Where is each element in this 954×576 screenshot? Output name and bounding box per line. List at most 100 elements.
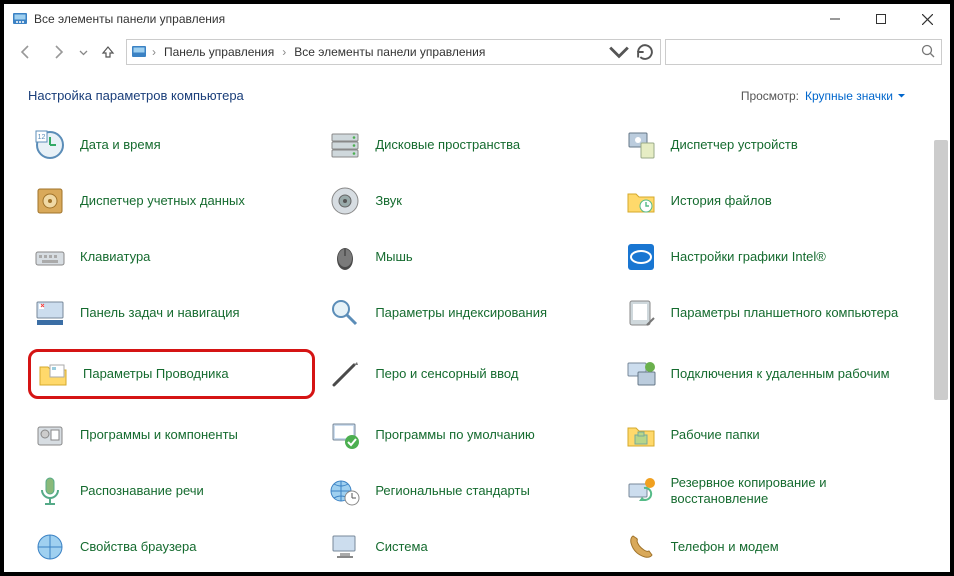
item-label: Дисковые пространства xyxy=(375,137,520,153)
tablet-icon xyxy=(623,295,659,331)
breadcrumb-separator: › xyxy=(281,45,287,59)
item-credential-manager[interactable]: Диспетчер учетных данных xyxy=(28,181,315,221)
item-phone-modem[interactable]: Телефон и модем xyxy=(619,527,906,567)
back-button[interactable] xyxy=(12,38,40,66)
item-work-folders[interactable]: Рабочие папки xyxy=(619,415,906,455)
item-mouse[interactable]: Мышь xyxy=(323,237,610,277)
item-intel-graphics[interactable]: Настройки графики Intel® xyxy=(619,237,906,277)
up-button[interactable] xyxy=(94,38,122,66)
svg-text:12: 12 xyxy=(38,134,46,141)
breadcrumb-item[interactable]: Все элементы панели управления xyxy=(291,45,488,59)
item-file-history[interactable]: История файлов xyxy=(619,181,906,221)
item-speech-recognition[interactable]: Распознавание речи xyxy=(28,471,315,511)
address-bar[interactable]: › Панель управления › Все элементы панел… xyxy=(126,39,661,65)
item-region[interactable]: Региональные стандарты xyxy=(323,471,610,511)
item-indexing-options[interactable]: Параметры индексирования xyxy=(323,293,610,333)
item-label: Подключения к удаленным рабочим xyxy=(671,366,890,382)
default-programs-icon xyxy=(327,417,363,453)
view-value-dropdown[interactable]: Крупные значки xyxy=(805,89,906,103)
window-title: Все элементы панели управления xyxy=(34,12,812,26)
item-label: Параметры Проводника xyxy=(83,366,229,382)
drives-icon xyxy=(327,127,363,163)
refresh-button[interactable] xyxy=(634,40,656,64)
close-button[interactable] xyxy=(904,4,950,34)
control-panel-icon xyxy=(12,11,28,27)
folder-options-icon xyxy=(35,356,71,392)
item-device-manager[interactable]: Диспетчер устройств xyxy=(619,125,906,165)
navbar: › Панель управления › Все элементы панел… xyxy=(4,34,950,70)
search-index-icon xyxy=(327,295,363,331)
item-label: Перо и сенсорный ввод xyxy=(375,366,518,382)
item-programs-features[interactable]: Программы и компоненты xyxy=(28,415,315,455)
item-remote-desktop[interactable]: Подключения к удаленным рабочим xyxy=(619,349,906,399)
minimize-button[interactable] xyxy=(812,4,858,34)
item-explorer-options[interactable]: Параметры Проводника xyxy=(28,349,315,399)
item-label: Параметры планшетного компьютера xyxy=(671,305,899,321)
item-label: Телефон и модем xyxy=(671,539,779,555)
system-icon xyxy=(327,529,363,565)
item-default-programs[interactable]: Программы по умолчанию xyxy=(323,415,610,455)
item-label: Диспетчер устройств xyxy=(671,137,798,153)
item-taskbar-navigation[interactable]: Панель задач и навигация xyxy=(28,293,315,333)
item-tablet-pc[interactable]: Параметры планшетного компьютера xyxy=(619,293,906,333)
view-selector: Просмотр: Крупные значки xyxy=(741,89,906,103)
item-system[interactable]: Система xyxy=(323,527,610,567)
items-grid: 12 Дата и время Дисковые пространства Ди… xyxy=(28,125,926,567)
item-label: Программы и компоненты xyxy=(80,427,238,443)
vault-icon xyxy=(32,183,68,219)
item-label: Свойства браузера xyxy=(80,539,196,555)
item-label: Мышь xyxy=(375,249,412,265)
content-header: Настройка параметров компьютера Просмотр… xyxy=(28,88,926,103)
item-label: Настройки графики Intel® xyxy=(671,249,826,265)
clock-icon: 12 xyxy=(32,127,68,163)
microphone-icon xyxy=(32,473,68,509)
view-value-text: Крупные значки xyxy=(805,89,893,103)
item-label: Панель задач и навигация xyxy=(80,305,240,321)
search-icon xyxy=(921,44,935,61)
item-label: Рабочие папки xyxy=(671,427,760,443)
item-label: Диспетчер учетных данных xyxy=(80,193,245,209)
phone-icon xyxy=(623,529,659,565)
backup-icon xyxy=(623,473,659,509)
speaker-icon xyxy=(327,183,363,219)
item-date-time[interactable]: 12 Дата и время xyxy=(28,125,315,165)
titlebar: Все элементы панели управления xyxy=(4,4,950,34)
taskbar-icon xyxy=(32,295,68,331)
item-label: Региональные стандарты xyxy=(375,483,529,499)
item-label: Система xyxy=(375,539,427,555)
scrollbar-thumb[interactable] xyxy=(934,140,948,400)
item-pen-touch[interactable]: Перо и сенсорный ввод xyxy=(323,349,610,399)
item-label: Программы по умолчанию xyxy=(375,427,534,443)
control-panel-window: Все элементы панели управления › xyxy=(0,0,954,576)
search-input[interactable] xyxy=(672,45,921,59)
keyboard-icon xyxy=(32,239,68,275)
page-heading: Настройка параметров компьютера xyxy=(28,88,741,103)
breadcrumb-separator: › xyxy=(151,45,157,59)
item-label: Звук xyxy=(375,193,402,209)
item-label: Дата и время xyxy=(80,137,161,153)
internet-options-icon xyxy=(32,529,68,565)
forward-button[interactable] xyxy=(44,38,72,66)
item-storage-spaces[interactable]: Дисковые пространства xyxy=(323,125,610,165)
history-dropdown[interactable] xyxy=(76,38,90,66)
search-box[interactable] xyxy=(665,39,942,65)
work-folders-icon xyxy=(623,417,659,453)
item-sound[interactable]: Звук xyxy=(323,181,610,221)
item-keyboard[interactable]: Клавиатура xyxy=(28,237,315,277)
folder-history-icon xyxy=(623,183,659,219)
address-dropdown[interactable] xyxy=(608,40,630,64)
item-backup-restore[interactable]: Резервное копирование и восстановление xyxy=(619,471,906,511)
view-label: Просмотр: xyxy=(741,89,799,103)
mouse-icon xyxy=(327,239,363,275)
control-panel-icon xyxy=(131,44,147,60)
content-area: Настройка параметров компьютера Просмотр… xyxy=(4,70,950,572)
remote-desktop-icon xyxy=(623,356,659,392)
breadcrumb-item[interactable]: Панель управления xyxy=(161,45,277,59)
item-label: Параметры индексирования xyxy=(375,305,547,321)
item-label: История файлов xyxy=(671,193,772,209)
pen-icon xyxy=(327,356,363,392)
chevron-down-icon xyxy=(897,91,906,100)
maximize-button[interactable] xyxy=(858,4,904,34)
item-internet-options[interactable]: Свойства браузера xyxy=(28,527,315,567)
item-label: Клавиатура xyxy=(80,249,150,265)
